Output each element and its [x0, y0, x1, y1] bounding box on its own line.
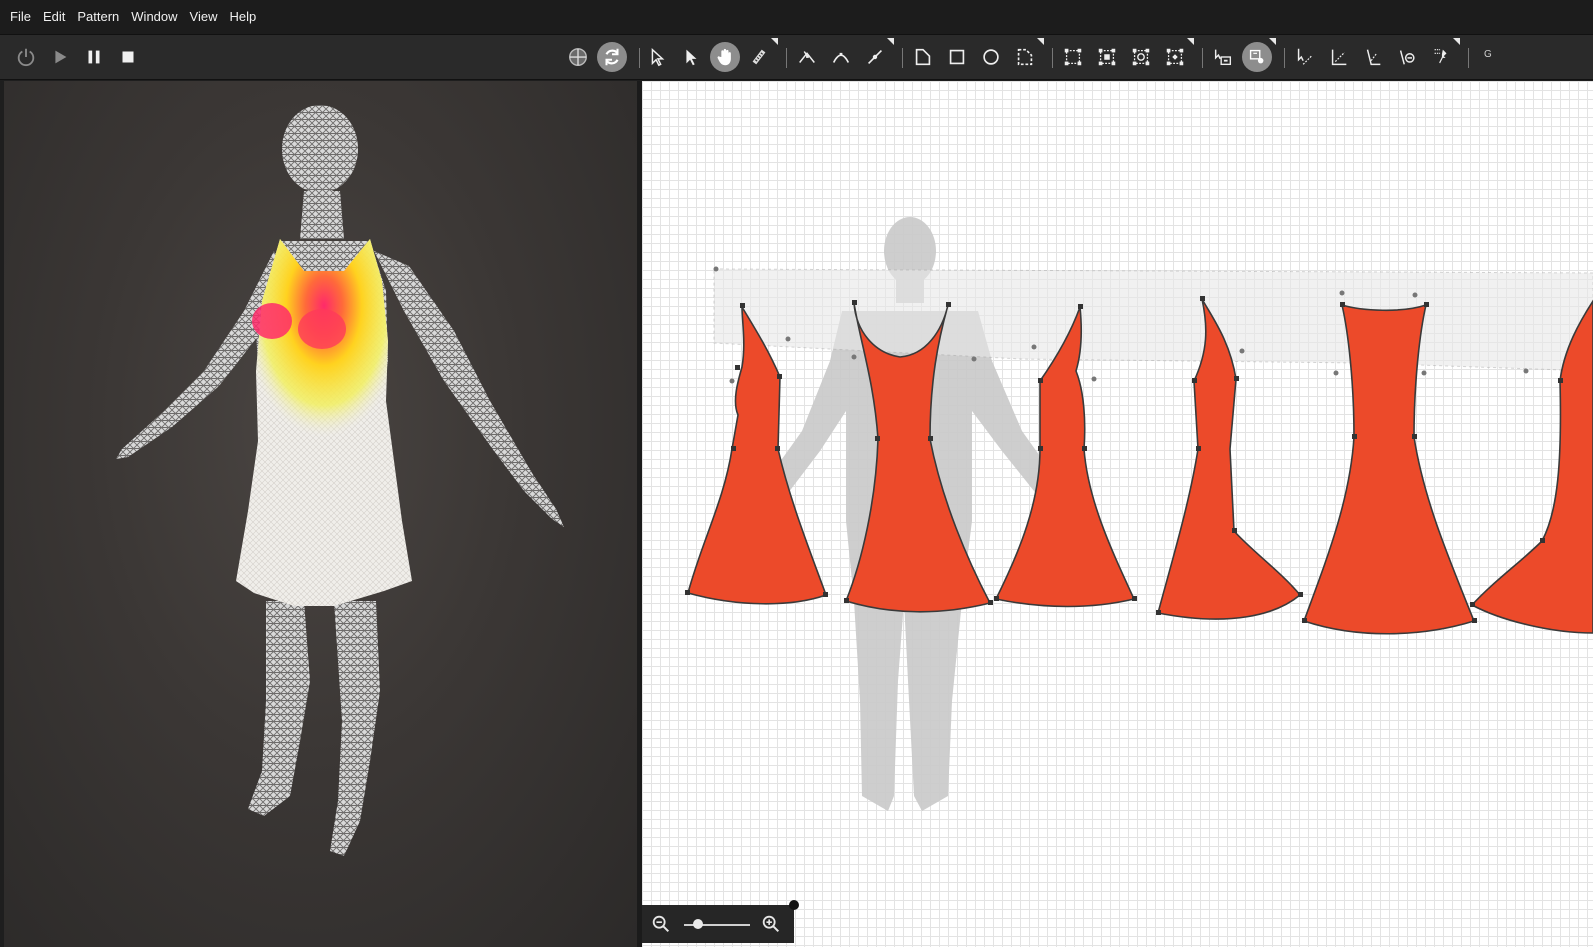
menu-help[interactable]: Help: [223, 0, 262, 34]
circle-box-icon: [1132, 48, 1150, 66]
power-button[interactable]: [11, 42, 41, 72]
transform-pattern-button[interactable]: [1058, 42, 1088, 72]
zoom-panel-resize-handle[interactable]: [789, 900, 799, 910]
internal-polygon-button[interactable]: [1010, 42, 1040, 72]
circle-icon: [983, 49, 999, 65]
menu-window[interactable]: Window: [125, 0, 183, 34]
ruler-icon: [752, 49, 766, 65]
zoom-control: [642, 905, 794, 943]
stop-button[interactable]: [113, 42, 143, 72]
hand-icon: [717, 48, 731, 66]
grid-box-icon: [1098, 48, 1116, 66]
dashed-polygon-icon: [1017, 48, 1033, 66]
submenu-flag: [1037, 38, 1044, 45]
submenu-flag: [887, 38, 894, 45]
edit-line-button[interactable]: [860, 42, 890, 72]
avatar-3d-render: [116, 105, 564, 856]
menu-view[interactable]: View: [184, 0, 224, 34]
power-icon: [17, 48, 35, 67]
tack-icon: [1399, 50, 1415, 65]
submenu-flag: [1187, 38, 1194, 45]
pin-button[interactable]: [1426, 42, 1456, 72]
zoom-slider-handle[interactable]: [693, 919, 703, 929]
transform-box-icon: [1064, 48, 1082, 66]
toolbar-separator: [1284, 48, 1285, 68]
menu-file[interactable]: File: [4, 0, 37, 34]
annotation-icon: [1214, 49, 1232, 66]
refresh-icon: [605, 48, 619, 66]
fold-arrangement-button[interactable]: [744, 42, 774, 72]
3d-garment-viewport[interactable]: [4, 81, 637, 947]
menu-pattern[interactable]: Pattern: [71, 0, 125, 34]
menu-bar: File Edit Pattern Window View Help: [0, 0, 1593, 34]
curve-icon: [832, 52, 850, 63]
edit-point-icon: [799, 51, 815, 63]
sewing-arrow-icon: [1297, 48, 1312, 65]
toolbar-separator: [1202, 48, 1203, 68]
segment-sewing-button[interactable]: [1324, 42, 1354, 72]
toolbar: G: [0, 34, 1593, 80]
simulate-toggle-button[interactable]: [597, 42, 627, 72]
arrow-filled-icon: [686, 49, 697, 66]
pause-icon: [88, 50, 100, 64]
stop-icon: [122, 51, 134, 63]
globe-grid-icon: [569, 48, 587, 66]
toolbar-separator: [786, 48, 787, 68]
zoom-out-button[interactable]: [650, 913, 672, 935]
line-point-icon: [867, 49, 883, 65]
play-icon: [55, 50, 67, 64]
tack-button[interactable]: [1392, 42, 1422, 72]
2d-pattern-window[interactable]: [642, 81, 1593, 947]
pan-hand-button[interactable]: [710, 42, 740, 72]
zoom-out-icon: [652, 915, 670, 933]
free-sewing-button[interactable]: [1358, 42, 1388, 72]
rotate-box-icon: [1166, 48, 1184, 66]
zoom-in-button[interactable]: [760, 913, 782, 935]
circle-button[interactable]: [976, 42, 1006, 72]
pattern-canvas: [685, 217, 1593, 811]
toolbar-separator: [639, 48, 640, 68]
free-sewing-icon: [1366, 49, 1381, 66]
pause-button[interactable]: [79, 42, 109, 72]
menu-edit[interactable]: Edit: [37, 0, 71, 34]
annotation-button[interactable]: [1208, 42, 1238, 72]
rectangle-icon: [949, 49, 965, 65]
toolbar-more-label: G: [1484, 49, 1492, 60]
pattern-annotation-icon: [1249, 49, 1264, 64]
polygon-button[interactable]: [908, 42, 938, 72]
simulation-quality-button[interactable]: [563, 42, 593, 72]
edit-sewing-button[interactable]: [1290, 42, 1320, 72]
segment-sewing-icon: [1331, 49, 1347, 66]
play-button[interactable]: [45, 42, 75, 72]
submenu-flag: [1453, 38, 1460, 45]
transform-grading-button[interactable]: [1092, 42, 1122, 72]
zoom-in-icon: [762, 915, 780, 933]
select-mesh-button[interactable]: [676, 42, 706, 72]
edit-pattern-button[interactable]: [792, 42, 822, 72]
pin-icon: [1434, 49, 1447, 64]
arrow-outline-icon: [651, 48, 665, 67]
toolbar-separator: [1052, 48, 1053, 68]
select-move-button[interactable]: [642, 42, 672, 72]
rectangle-button[interactable]: [942, 42, 972, 72]
submenu-flag: [771, 38, 778, 45]
fold-pattern-button[interactable]: [1126, 42, 1156, 72]
toolbar-separator: [902, 48, 903, 68]
polygon-icon: [915, 48, 931, 66]
pattern-annotation-button[interactable]: [1242, 42, 1272, 72]
edit-curve-button[interactable]: [826, 42, 856, 72]
submenu-flag: [1269, 38, 1276, 45]
rotate-pattern-button[interactable]: [1160, 42, 1190, 72]
toolbar-separator: [1468, 48, 1469, 68]
